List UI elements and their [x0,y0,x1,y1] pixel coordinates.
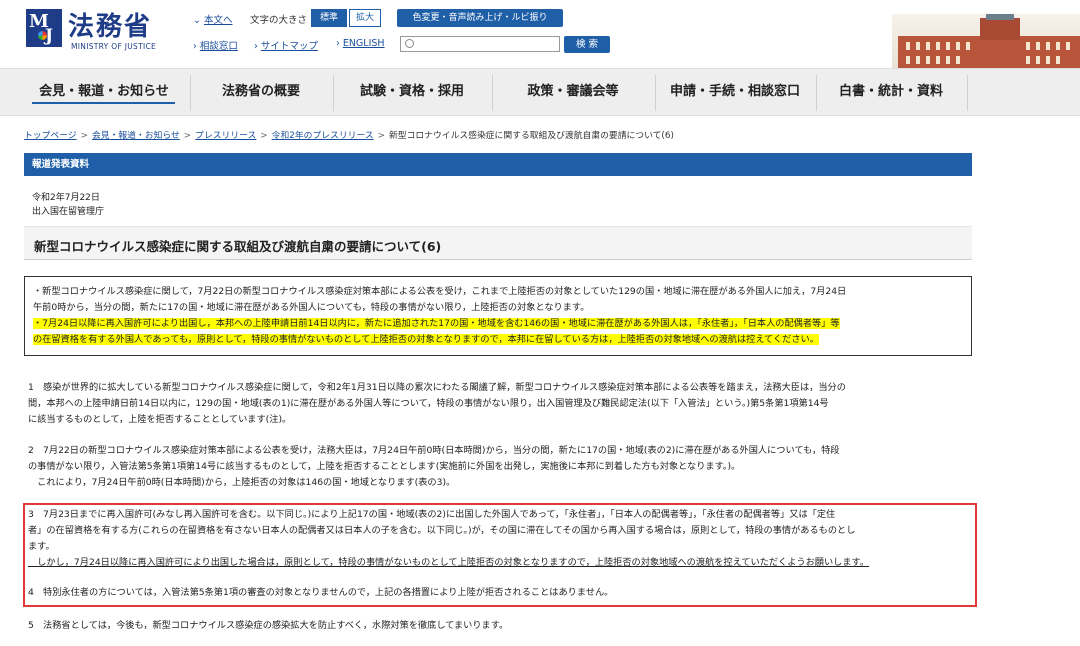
english-link-label: ENGLISH [342,38,385,49]
skip-to-content-label: 本文へ [203,15,233,26]
font-size-label: 文字の大きさ [250,15,308,26]
moj-logo-icon[interactable]: M J [26,9,62,47]
release-date: 令和2年7月22日 [32,193,100,203]
breadcrumb-link-press[interactable]: 会見・報道・お知らせ [92,131,180,141]
skip-to-content-link[interactable]: ⌄ 本文へ [193,12,232,26]
paragraph-3-line: 者」の在留資格を有する方(これらの在留資格を有さない日本人の配偶者又は日本人の子… [28,525,856,536]
global-nav: 会見・報道・お知らせ 法務省の概要 試験・資格・採用 政策・審議会等 申請・手続… [0,68,1080,116]
notice-highlight-line-4: の在留資格を有する外国人であっても，原則として，特段の事情がないものとして上陸拒… [33,334,819,345]
chevron-down-icon: ⌄ [193,15,201,26]
breadcrumb: トップページ > 会見・報道・お知らせ > プレスリリース > 令和2年のプレスリリース > 新… [24,131,674,141]
notice-box: ・新型コロナウイルス感染症に関して，7月22日の新型コロナウイルス感染症対策本部… [24,276,972,356]
paragraph-4: 4 特別永住者の方については，入管法第5条第1項の審査の対象となりませんので，上… [28,587,614,598]
font-size-large-button[interactable]: 拡大 [349,9,381,27]
paragraph-3-line: 3 7月23日までに再入国許可(みなし再入国許可を含む。以下同じ。)により上記1… [28,509,836,520]
chevron-right-icon: › [336,38,340,49]
accessibility-button[interactable]: 色変更・音声読み上げ・ルビ振り [397,9,563,27]
press-release-bar: 報道発表資料 [24,153,972,176]
breadcrumb-current: 新型コロナウイルス感染症に関する取組及び渡航自粛の要請について(6) [388,131,674,141]
paragraph-1-line: 間，本邦への上陸申請日前14日以内に，129の国・地域(表の1)に滞在歴がある外… [28,398,829,409]
consultation-link-label: 相談窓口 [199,41,238,52]
chevron-right-icon: › [254,41,258,52]
notice-line-2: 午前0時から，当分の間，新たに17の国・地域に滞在歴がある外国人についても，特段… [33,302,590,313]
paragraph-1-line: 1 感染が世界的に拡大している新型コロナウイルス感染症に関して，令和2年1月31… [28,382,846,393]
logo-subtitle: MINISTRY OF JUSTICE [71,42,157,51]
consultation-link[interactable]: › 相談窓口 [193,38,238,52]
paragraph-3-line: ます。 [28,541,55,552]
paragraph-3-underlined-line: しかし，7月24日以降に再入国許可により出国した場合は，原則として，特段の事情が… [28,557,870,568]
breadcrumb-link-top[interactable]: トップページ [24,131,77,141]
english-link[interactable]: › ENGLISH [336,38,385,49]
logo-mark-j: J [45,26,54,46]
nav-active-indicator [32,102,175,104]
search-input[interactable] [400,36,560,52]
logo-title[interactable]: 法務省 [68,6,152,43]
nav-item-whitepaper[interactable]: 白書・統計・資料 [816,69,966,117]
notice-highlight-line-3: ・7月24日以降に再入国許可により出国し，本邦への上陸申請日前14日以内に，新た… [33,318,840,329]
nav-item-exams[interactable]: 試験・資格・採用 [333,69,491,117]
paragraph-2-line: これにより，7月24日午前0時(日本時間)から，上陸拒否の対象は146の国・地域… [28,477,456,488]
paragraph-2: 2 7月22日の新型コロナウイルス感染症対策本部による公表を受け，法務大臣は，7… [28,443,968,491]
release-agency: 出入国在留管理庁 [32,207,105,217]
search-icon [405,39,414,48]
nav-item-overview[interactable]: 法務省の概要 [190,69,332,117]
paragraph-1-line: に該当するものとして，上陸を拒否することとしています(注)。 [28,414,292,425]
page-title: 新型コロナウイルス感染症に関する取組及び渡航自粛の要請について(6) [34,239,442,254]
paragraph-5: 5 法務省としては，今後も，新型コロナウイルス感染症の感染拡大を防止すべく，水際… [28,620,509,631]
ministry-building-image [892,14,1080,68]
paragraph-2-line: 2 7月22日の新型コロナウイルス感染症対策本部による公表を受け，法務大臣は，7… [28,445,840,456]
chevron-right-icon: › [193,41,197,52]
notice-line-1: ・新型コロナウイルス感染症に関して，7月22日の新型コロナウイルス感染症対策本部… [33,286,847,297]
nav-item-press[interactable]: 会見・報道・お知らせ [20,69,188,117]
font-size-standard-button[interactable]: 標準 [311,9,347,27]
search-button[interactable]: 検 索 [564,36,610,53]
sitemap-link-label: サイトマップ [260,41,318,52]
breadcrumb-link-releases[interactable]: プレスリリース [195,131,256,141]
sitemap-link[interactable]: › サイトマップ [254,38,318,52]
page-title-box: 新型コロナウイルス感染症に関する取組及び渡航自粛の要請について(6) [24,226,972,260]
breadcrumb-link-r2-releases[interactable]: 令和2年のプレスリリース [272,131,374,141]
site-header: M J 法務省 MINISTRY OF JUSTICE ⌄ 本文へ 文字の大きさ … [0,0,1080,68]
nav-item-applications[interactable]: 申請・手続・相談窓口 [655,69,815,117]
paragraph-1: 1 感染が世界的に拡大している新型コロナウイルス感染症に関して，令和2年1月31… [28,380,968,428]
paragraph-2-line: の事情がない限り，入管法第5条第1項第14号に該当するものとして，上陸を拒否する… [28,461,741,472]
paragraph-3: 3 7月23日までに再入国許可(みなし再入国許可を含む。以下同じ。)により上記1… [28,507,968,571]
nav-item-policy[interactable]: 政策・審議会等 [492,69,654,117]
